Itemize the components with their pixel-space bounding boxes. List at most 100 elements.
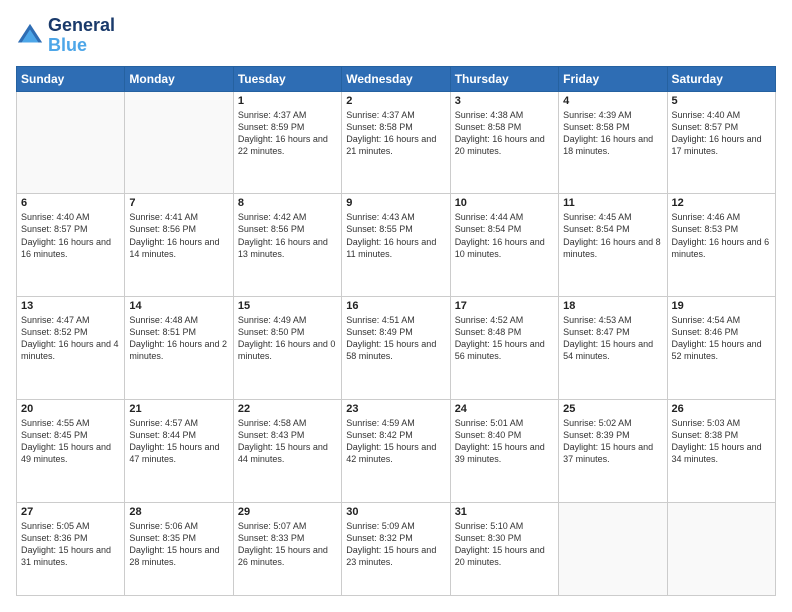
cell-details: Sunrise: 5:09 AM Sunset: 8:32 PM Dayligh… xyxy=(346,520,445,569)
day-header-wednesday: Wednesday xyxy=(342,66,450,91)
day-number: 27 xyxy=(21,506,120,518)
cell-details: Sunrise: 4:37 AM Sunset: 8:59 PM Dayligh… xyxy=(238,109,337,158)
cell-details: Sunrise: 4:40 AM Sunset: 8:57 PM Dayligh… xyxy=(672,109,771,158)
cell-details: Sunrise: 4:57 AM Sunset: 8:44 PM Dayligh… xyxy=(129,417,228,466)
cell-details: Sunrise: 4:49 AM Sunset: 8:50 PM Dayligh… xyxy=(238,314,337,363)
day-header-thursday: Thursday xyxy=(450,66,558,91)
calendar-cell: 22Sunrise: 4:58 AM Sunset: 8:43 PM Dayli… xyxy=(233,399,341,502)
cell-details: Sunrise: 4:58 AM Sunset: 8:43 PM Dayligh… xyxy=(238,417,337,466)
calendar-cell: 30 Sunrise: 5:09 AM Sunset: 8:32 PM Dayli… xyxy=(342,502,450,595)
calendar-cell: 16 Sunrise: 4:51 AM Sunset: 8:49 PM Dayli… xyxy=(342,297,450,400)
calendar-table: SundayMondayTuesdayWednesdayThursdayFrid… xyxy=(16,66,776,596)
calendar-week-row: 20Sunrise: 4:55 AM Sunset: 8:45 PM Dayli… xyxy=(17,399,776,502)
day-number: 6 xyxy=(21,197,120,209)
cell-details: Sunrise: 4:53 AM Sunset: 8:47 PM Dayligh… xyxy=(563,314,662,363)
cell-details: Sunrise: 5:05 AM Sunset: 8:36 PM Dayligh… xyxy=(21,520,120,569)
cell-details: Sunrise: 4:44 AM Sunset: 8:54 PM Dayligh… xyxy=(455,211,554,260)
cell-details: Sunrise: 4:40 AM Sunset: 8:57 PM Dayligh… xyxy=(21,211,120,260)
calendar-week-row: 1 Sunrise: 4:37 AM Sunset: 8:59 PM Daylig… xyxy=(17,91,776,194)
day-number: 18 xyxy=(563,300,662,312)
day-number: 10 xyxy=(455,197,554,209)
day-number: 14 xyxy=(129,300,228,312)
calendar-cell: 12 Sunrise: 4:46 AM Sunset: 8:53 PM Dayli… xyxy=(667,194,775,297)
calendar-cell xyxy=(125,91,233,194)
calendar-cell: 9Sunrise: 4:43 AM Sunset: 8:55 PM Daylig… xyxy=(342,194,450,297)
day-number: 29 xyxy=(238,506,337,518)
cell-details: Sunrise: 5:10 AM Sunset: 8:30 PM Dayligh… xyxy=(455,520,554,569)
cell-details: Sunrise: 4:37 AM Sunset: 8:58 PM Dayligh… xyxy=(346,109,445,158)
day-number: 2 xyxy=(346,95,445,107)
cell-details: Sunrise: 4:38 AM Sunset: 8:58 PM Dayligh… xyxy=(455,109,554,158)
calendar-cell: 21 Sunrise: 4:57 AM Sunset: 8:44 PM Dayli… xyxy=(125,399,233,502)
day-number: 5 xyxy=(672,95,771,107)
calendar-cell: 31 Sunrise: 5:10 AM Sunset: 8:30 PM Dayli… xyxy=(450,502,558,595)
calendar-cell: 20Sunrise: 4:55 AM Sunset: 8:45 PM Dayli… xyxy=(17,399,125,502)
calendar-header-row: SundayMondayTuesdayWednesdayThursdayFrid… xyxy=(17,66,776,91)
day-number: 21 xyxy=(129,403,228,415)
cell-details: Sunrise: 4:43 AM Sunset: 8:55 PM Dayligh… xyxy=(346,211,445,260)
calendar-cell: 10 Sunrise: 4:44 AM Sunset: 8:54 PM Dayli… xyxy=(450,194,558,297)
cell-details: Sunrise: 4:45 AM Sunset: 8:54 PM Dayligh… xyxy=(563,211,662,260)
day-number: 31 xyxy=(455,506,554,518)
calendar-week-row: 6 Sunrise: 4:40 AM Sunset: 8:57 PM Daylig… xyxy=(17,194,776,297)
cell-details: Sunrise: 4:42 AM Sunset: 8:56 PM Dayligh… xyxy=(238,211,337,260)
cell-details: Sunrise: 4:39 AM Sunset: 8:58 PM Dayligh… xyxy=(563,109,662,158)
calendar-cell: 29 Sunrise: 5:07 AM Sunset: 8:33 PM Dayli… xyxy=(233,502,341,595)
day-header-saturday: Saturday xyxy=(667,66,775,91)
calendar-cell: 18 Sunrise: 4:53 AM Sunset: 8:47 PM Dayli… xyxy=(559,297,667,400)
calendar-cell: 24Sunrise: 5:01 AM Sunset: 8:40 PM Dayli… xyxy=(450,399,558,502)
day-number: 8 xyxy=(238,197,337,209)
day-number: 11 xyxy=(563,197,662,209)
day-number: 3 xyxy=(455,95,554,107)
calendar-cell: 2 Sunrise: 4:37 AM Sunset: 8:58 PM Daylig… xyxy=(342,91,450,194)
calendar-week-row: 27 Sunrise: 5:05 AM Sunset: 8:36 PM Dayli… xyxy=(17,502,776,595)
calendar-cell: 25Sunrise: 5:02 AM Sunset: 8:39 PM Dayli… xyxy=(559,399,667,502)
calendar-week-row: 13 Sunrise: 4:47 AM Sunset: 8:52 PM Dayli… xyxy=(17,297,776,400)
calendar-cell: 23 Sunrise: 4:59 AM Sunset: 8:42 PM Dayli… xyxy=(342,399,450,502)
cell-details: Sunrise: 5:07 AM Sunset: 8:33 PM Dayligh… xyxy=(238,520,337,569)
calendar-cell: 19 Sunrise: 4:54 AM Sunset: 8:46 PM Dayli… xyxy=(667,297,775,400)
logo: General Blue xyxy=(16,16,115,56)
day-header-monday: Monday xyxy=(125,66,233,91)
day-number: 26 xyxy=(672,403,771,415)
day-number: 16 xyxy=(346,300,445,312)
calendar-cell: 26 Sunrise: 5:03 AM Sunset: 8:38 PM Dayli… xyxy=(667,399,775,502)
cell-details: Sunrise: 5:03 AM Sunset: 8:38 PM Dayligh… xyxy=(672,417,771,466)
day-number: 28 xyxy=(129,506,228,518)
day-number: 30 xyxy=(346,506,445,518)
logo-icon xyxy=(16,22,44,50)
header: General Blue xyxy=(16,16,776,56)
page: General Blue SundayMondayTuesdayWednesda… xyxy=(0,0,792,612)
cell-details: Sunrise: 4:46 AM Sunset: 8:53 PM Dayligh… xyxy=(672,211,771,260)
cell-details: Sunrise: 5:06 AM Sunset: 8:35 PM Dayligh… xyxy=(129,520,228,569)
day-number: 4 xyxy=(563,95,662,107)
day-number: 23 xyxy=(346,403,445,415)
cell-details: Sunrise: 5:01 AM Sunset: 8:40 PM Dayligh… xyxy=(455,417,554,466)
calendar-cell: 11 Sunrise: 4:45 AM Sunset: 8:54 PM Dayli… xyxy=(559,194,667,297)
cell-details: Sunrise: 4:54 AM Sunset: 8:46 PM Dayligh… xyxy=(672,314,771,363)
calendar-cell: 5 Sunrise: 4:40 AM Sunset: 8:57 PM Daylig… xyxy=(667,91,775,194)
day-header-friday: Friday xyxy=(559,66,667,91)
day-number: 19 xyxy=(672,300,771,312)
calendar-cell: 13 Sunrise: 4:47 AM Sunset: 8:52 PM Dayli… xyxy=(17,297,125,400)
calendar-cell: 15 Sunrise: 4:49 AM Sunset: 8:50 PM Dayli… xyxy=(233,297,341,400)
day-number: 25 xyxy=(563,403,662,415)
calendar-cell: 7Sunrise: 4:41 AM Sunset: 8:56 PM Daylig… xyxy=(125,194,233,297)
calendar-cell: 6 Sunrise: 4:40 AM Sunset: 8:57 PM Daylig… xyxy=(17,194,125,297)
cell-details: Sunrise: 4:59 AM Sunset: 8:42 PM Dayligh… xyxy=(346,417,445,466)
calendar-cell: 4 Sunrise: 4:39 AM Sunset: 8:58 PM Daylig… xyxy=(559,91,667,194)
calendar-cell xyxy=(17,91,125,194)
calendar-cell: 27 Sunrise: 5:05 AM Sunset: 8:36 PM Dayli… xyxy=(17,502,125,595)
cell-details: Sunrise: 4:51 AM Sunset: 8:49 PM Dayligh… xyxy=(346,314,445,363)
calendar-cell: 8 Sunrise: 4:42 AM Sunset: 8:56 PM Daylig… xyxy=(233,194,341,297)
day-number: 13 xyxy=(21,300,120,312)
day-number: 20 xyxy=(21,403,120,415)
day-header-sunday: Sunday xyxy=(17,66,125,91)
day-number: 12 xyxy=(672,197,771,209)
day-number: 1 xyxy=(238,95,337,107)
cell-details: Sunrise: 4:52 AM Sunset: 8:48 PM Dayligh… xyxy=(455,314,554,363)
calendar-cell: 17Sunrise: 4:52 AM Sunset: 8:48 PM Dayli… xyxy=(450,297,558,400)
cell-details: Sunrise: 4:47 AM Sunset: 8:52 PM Dayligh… xyxy=(21,314,120,363)
calendar-cell: 3 Sunrise: 4:38 AM Sunset: 8:58 PM Daylig… xyxy=(450,91,558,194)
day-number: 15 xyxy=(238,300,337,312)
